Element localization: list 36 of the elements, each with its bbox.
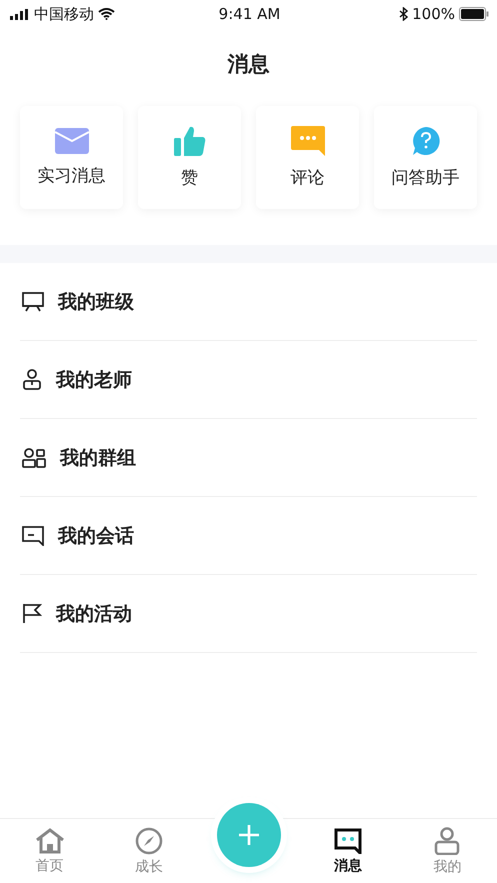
shortcut-card[interactable]: 赞 [138,106,241,209]
wifi-icon [98,8,115,20]
help-bubble-icon [410,126,440,156]
list-item[interactable]: 我的会话 [20,497,477,575]
home-icon [34,828,65,854]
list-item[interactable]: 我的班级 [20,263,477,341]
tab-item[interactable]: 首页 [0,819,100,883]
thumbs-up-icon [174,126,206,156]
clock-time: 9:41 AM [218,5,280,23]
page-title: 消息 [226,51,270,78]
signal-icon [10,8,30,20]
comment-icon [290,126,324,156]
bluetooth-icon [399,7,408,21]
list-item[interactable]: 我的群组 [20,419,477,497]
compass-icon [135,826,164,854]
envelope-icon [54,128,88,154]
chat-icon [22,526,44,546]
flag-icon [22,603,42,624]
list-item[interactable]: 我的活动 [20,575,477,653]
shortcut-card[interactable]: 问答助手 [374,106,477,209]
tab-item[interactable]: 消息 [298,819,398,883]
list-item[interactable]: 我的老师 [20,341,477,419]
battery-percent: 100% [412,5,455,23]
plus-icon [238,824,260,846]
shortcut-card[interactable]: 评论 [256,106,359,209]
board-icon [22,292,44,312]
message-icon [334,828,362,854]
battery-icon [459,7,489,21]
person-icon [434,826,460,854]
add-button[interactable] [217,803,281,867]
tab-item[interactable]: 成长 [99,819,199,883]
carrier-name: 中国移动 [34,4,94,24]
shortcut-card[interactable]: 实习消息 [20,106,123,209]
tab-item[interactable]: 我的 [398,819,497,883]
group-icon [22,448,46,468]
person-icon [22,369,42,390]
